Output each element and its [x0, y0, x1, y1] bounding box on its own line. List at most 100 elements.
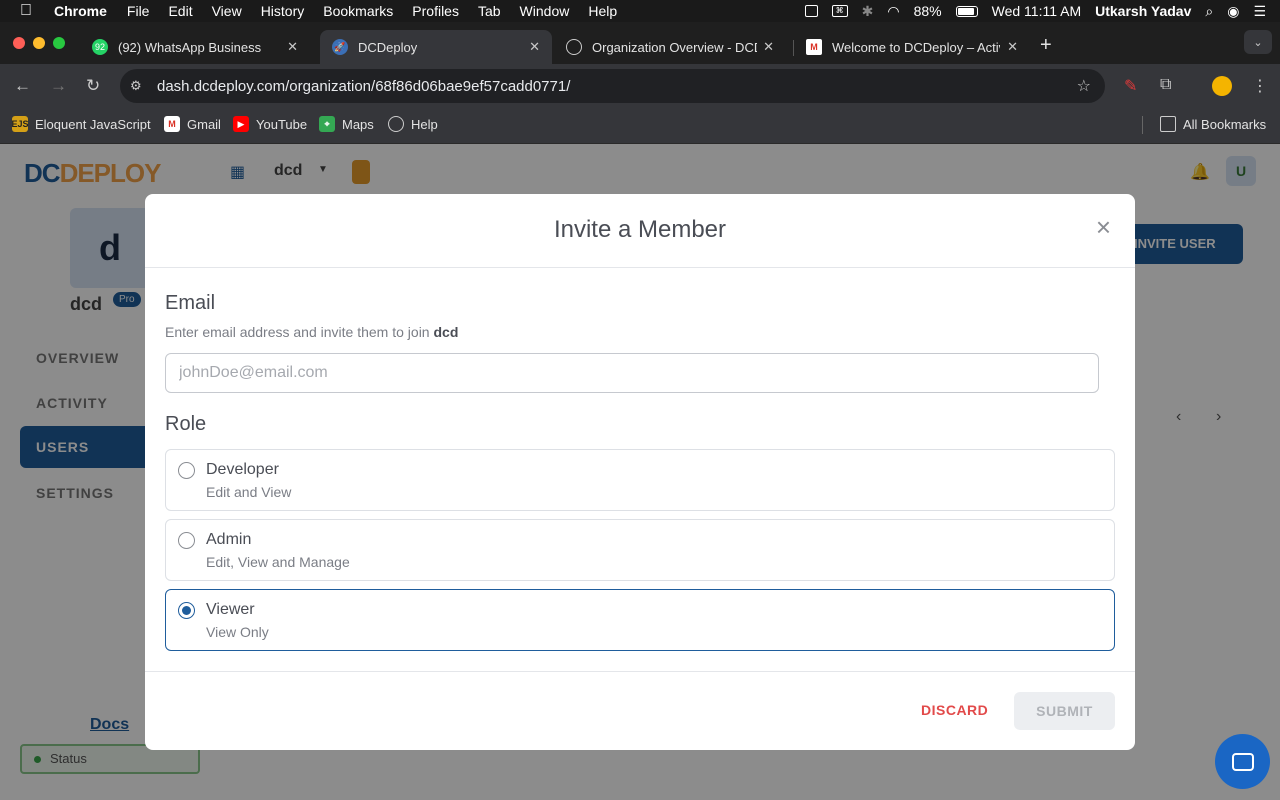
close-window-icon[interactable] [13, 37, 25, 49]
radio-button[interactable] [178, 532, 195, 549]
tab-title: (92) WhatsApp Business [118, 39, 262, 55]
apple-menu-icon[interactable]:  [20, 2, 36, 20]
back-icon[interactable]: ← [14, 76, 31, 96]
menu-help[interactable]: Help [588, 3, 617, 19]
bookmarks-separator [1142, 116, 1143, 134]
role-option-developer[interactable]: Developer Edit and View [165, 449, 1115, 511]
battery-icon[interactable] [955, 5, 978, 17]
email-help-prefix: Enter email address and invite them to j… [165, 324, 430, 340]
tab-title: Welcome to DCDeploy – Activ [832, 39, 1000, 55]
forward-icon[interactable]: → [50, 76, 67, 96]
status-area: ⌘ ✱ ◠ 88% Wed 11:11 AM Utkarsh Yadav ⌕ ◉… [804, 0, 1280, 22]
tab-organization-overview[interactable]: Organization Overview - DCD ✕ [554, 30, 786, 64]
folder-icon [1160, 116, 1176, 132]
wifi-icon[interactable]: ◠ [887, 3, 899, 20]
tab-title: Organization Overview - DCD [592, 39, 757, 55]
close-icon[interactable]: × [1096, 214, 1111, 240]
whatsapp-icon: 92 [92, 39, 108, 55]
maps-icon: ⌖ [319, 116, 335, 132]
gmail-icon: M [164, 116, 180, 132]
clock[interactable]: Wed 11:11 AM [992, 3, 1082, 19]
close-tab-icon[interactable]: ✕ [529, 39, 540, 55]
battery-percent: 88% [913, 3, 942, 19]
bookmark-help[interactable]: Help [388, 116, 438, 132]
all-bookmarks[interactable]: All Bookmarks [1160, 116, 1266, 132]
globe-icon [566, 39, 582, 55]
radio-button[interactable] [178, 602, 195, 619]
gmail-icon: M [806, 39, 822, 55]
modal-header: Invite a Member × [145, 194, 1135, 268]
menu-tab[interactable]: Tab [478, 3, 501, 19]
control-center-icon[interactable]: ☰ [1253, 3, 1266, 20]
user-name[interactable]: Utkarsh Yadav [1095, 3, 1191, 19]
tab-dcdeploy[interactable]: 🚀 DCDeploy ✕ [320, 30, 552, 64]
rocket-icon: 🚀 [332, 39, 348, 55]
bookmark-label: Gmail [187, 116, 221, 132]
submit-button[interactable]: SUBMIT [1014, 692, 1115, 730]
tab-gmail[interactable]: M Welcome to DCDeploy – Activ ✕ [794, 30, 1030, 64]
maximize-window-icon[interactable] [53, 37, 65, 49]
bookmarks-bar: EJS Eloquent JavaScript M Gmail ▶ YouTub… [0, 108, 1280, 144]
app-menu[interactable]: Chrome [54, 3, 107, 19]
address-bar[interactable]: ⚙ dash.dcdeploy.com/organization/68f86d0… [120, 69, 1105, 103]
role-label: Role [165, 413, 207, 435]
spotlight-icon[interactable]: ⌕ [1205, 3, 1213, 20]
discard-button[interactable]: DISCARD [921, 702, 988, 718]
menu-bookmarks[interactable]: Bookmarks [323, 3, 393, 19]
close-tab-icon[interactable]: ✕ [763, 39, 774, 55]
role-desc: View Only [206, 624, 269, 640]
role-name: Viewer [206, 601, 255, 618]
menu-file[interactable]: File [127, 3, 150, 19]
tab-search-icon[interactable]: ⌄ [1244, 30, 1272, 54]
bookmark-gmail[interactable]: M Gmail [164, 116, 221, 132]
tab-whatsapp[interactable]: 92 (92) WhatsApp Business ✕ [80, 30, 310, 64]
radio-button[interactable] [178, 462, 195, 479]
keyboard-icon[interactable]: ⌘ [831, 5, 848, 17]
extension-pen-icon[interactable]: ✎ [1124, 76, 1137, 96]
invite-member-modal: Invite a Member × Email Enter email addr… [145, 194, 1135, 750]
role-name: Developer [206, 461, 279, 478]
site-info-icon[interactable]: ⚙ [130, 78, 152, 94]
youtube-icon: ▶ [233, 116, 249, 132]
new-tab-icon[interactable]: + [1040, 34, 1052, 57]
extensions-icon[interactable]: ⧉ [1160, 76, 1171, 94]
minimize-window-icon[interactable] [33, 37, 45, 49]
all-bookmarks-label: All Bookmarks [1183, 116, 1267, 132]
email-field[interactable] [165, 353, 1099, 393]
modal-footer: DISCARD SUBMIT [145, 671, 1135, 750]
screen-mirroring-icon[interactable] [804, 5, 818, 17]
chrome-menu-icon[interactable]: ⋮ [1252, 76, 1268, 96]
bookmark-star-icon[interactable]: ☆ [1077, 76, 1091, 96]
menu-view[interactable]: View [212, 3, 242, 19]
email-label: Email [165, 292, 216, 314]
tab-title: DCDeploy [358, 39, 418, 55]
menu-history[interactable]: History [261, 3, 305, 19]
siri-icon[interactable]: ◉ [1227, 3, 1239, 20]
role-option-admin[interactable]: Admin Edit, View and Manage [165, 519, 1115, 581]
macos-menubar:  Chrome File Edit View History Bookmark… [0, 0, 1280, 22]
bookmark-label: Eloquent JavaScript [35, 116, 151, 132]
menu-window[interactable]: Window [520, 3, 570, 19]
role-option-viewer[interactable]: Viewer View Only [165, 589, 1115, 651]
browser-toolbar: ← → ↻ ⚙ dash.dcdeploy.com/organization/6… [0, 64, 1280, 108]
bluetooth-icon[interactable]: ✱ [862, 3, 874, 20]
bookmark-maps[interactable]: ⌖ Maps [319, 116, 374, 132]
role-desc: Edit, View and Manage [206, 554, 350, 570]
email-help-org: dcd [433, 324, 459, 340]
close-tab-icon[interactable]: ✕ [1007, 39, 1018, 55]
role-name: Admin [206, 531, 252, 548]
role-desc: Edit and View [206, 484, 292, 500]
bookmark-label: Maps [342, 116, 374, 132]
reload-icon[interactable]: ↻ [86, 76, 100, 96]
bookmark-eloquent-js[interactable]: EJS Eloquent JavaScript [12, 116, 151, 132]
email-help-text: Enter email address and invite them to j… [165, 324, 458, 340]
chat-widget-button[interactable] [1215, 734, 1270, 789]
ejs-icon: EJS [12, 116, 29, 132]
menu-edit[interactable]: Edit [168, 3, 192, 19]
menu-profiles[interactable]: Profiles [412, 3, 459, 19]
bookmark-label: YouTube [256, 116, 308, 132]
close-tab-icon[interactable]: ✕ [287, 39, 298, 55]
bookmark-youtube[interactable]: ▶ YouTube [233, 116, 307, 132]
bookmark-label: Help [411, 116, 438, 132]
profile-avatar-icon[interactable] [1212, 76, 1232, 96]
